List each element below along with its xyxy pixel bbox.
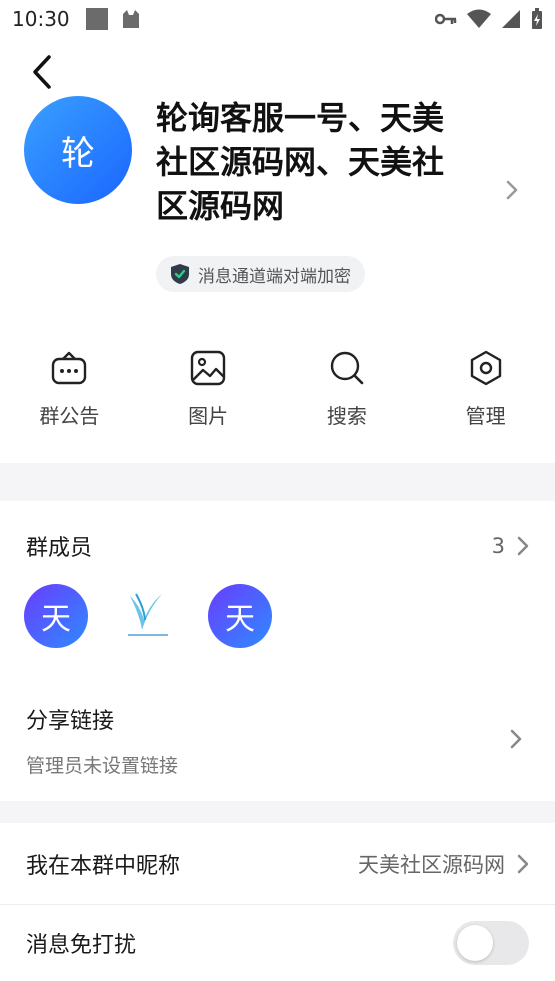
action-manage[interactable]: 管理 [416,350,555,429]
back-button[interactable] [22,52,62,92]
notification-square-icon [85,8,108,30]
share-link-title: 分享链接 [26,708,115,734]
dnd-title: 消息免打扰 [26,933,137,958]
settings-hex-icon [470,350,501,386]
action-announcement[interactable]: 群公告 [0,350,139,429]
action-label-announcement: 群公告 [39,404,100,428]
chevron-left-icon [33,55,51,89]
members-row[interactable]: 群成员 3 [0,522,555,570]
image-icon [190,350,226,386]
nickname-value-wrap: 天美社区源码网 [358,849,529,879]
member-avatars: 天 天 [24,584,272,648]
action-search[interactable]: 搜索 [278,350,417,429]
group-name[interactable]: 轮询客服一号、天美社区源码网、天美社区源码网 [156,96,472,228]
quick-actions: 群公告 图片 搜索 管理 [0,350,555,429]
encryption-badge[interactable]: 消息通道端对端加密 [156,256,365,292]
share-link-chevron[interactable] [510,729,522,753]
shield-check-icon [171,264,189,284]
chevron-right-icon [517,536,529,556]
share-link-row[interactable]: 分享链接 管理员未设置链接 [0,694,555,786]
brand-logo-icon [128,593,168,636]
nickname-title: 我在本群中昵称 [26,854,181,879]
member-avatar[interactable]: 天 [24,584,88,648]
nickname-value: 天美社区源码网 [358,853,505,877]
encryption-text: 消息通道端对端加密 [198,266,351,287]
chevron-right-icon [510,729,522,749]
group-info-chevron[interactable] [506,180,518,204]
action-images[interactable]: 图片 [139,350,278,429]
wifi-icon [467,9,491,28]
chevron-right-icon [517,854,529,874]
member-avatar-logo[interactable] [116,584,180,648]
section-divider [0,463,555,501]
status-icons [435,8,543,30]
toggle-knob [457,925,493,961]
status-bar: 10:30 [0,0,555,38]
dnd-row: 消息免打扰 [0,905,555,981]
member-avatar[interactable]: 天 [208,584,272,648]
key-icon [435,13,457,25]
chevron-right-icon [506,180,518,200]
group-avatar[interactable]: 轮 [24,96,132,204]
dnd-toggle[interactable] [453,921,529,965]
action-label-images: 图片 [188,404,229,428]
status-time: 10:30 [12,7,70,31]
nickname-row[interactable]: 我在本群中昵称 天美社区源码网 [0,824,555,904]
search-icon [330,351,364,385]
share-link-subtitle: 管理员未设置链接 [26,754,179,777]
cat-icon [122,10,139,28]
announcement-icon [52,351,87,385]
members-count-wrap: 3 [492,534,529,558]
signal-icon [502,10,520,28]
action-label-search: 搜索 [326,404,367,428]
members-count: 3 [491,534,505,558]
section-divider [0,801,555,823]
battery-icon [532,8,542,29]
members-title: 群成员 [26,536,93,561]
action-label-manage: 管理 [465,404,506,428]
